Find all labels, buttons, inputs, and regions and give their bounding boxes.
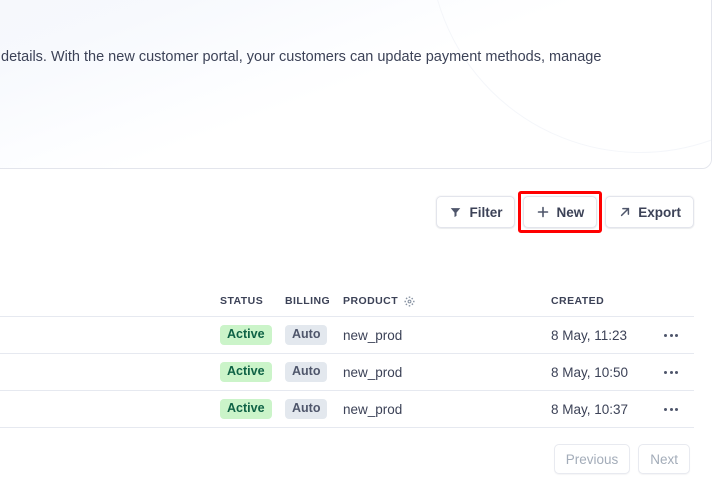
cell-created: 8 May, 11:23 <box>551 327 628 343</box>
overflow-menu-icon[interactable] <box>664 370 678 374</box>
new-button[interactable]: New <box>523 196 598 228</box>
status-badge: Active <box>220 325 272 345</box>
billing-badge: Auto <box>285 362 328 382</box>
new-button-highlight: New <box>518 191 602 233</box>
new-button-label: New <box>556 204 585 220</box>
cell-created: 8 May, 10:37 <box>551 401 629 417</box>
cell-product: new_prod <box>343 327 403 343</box>
gear-icon[interactable] <box>404 295 415 307</box>
export-button[interactable]: Export <box>605 196 694 228</box>
column-header-created[interactable]: CREATED <box>551 295 641 307</box>
status-badge: Active <box>220 362 272 382</box>
cell-created: 8 May, 10:50 <box>551 364 629 380</box>
cell-billing: Auto <box>285 325 343 345</box>
cell-billing: Auto <box>285 362 343 382</box>
previous-page-button[interactable]: Previous <box>553 444 631 474</box>
table-row[interactable]: Active Auto new_prod 8 May, 10:37 <box>0 390 694 428</box>
promo-description-text: details. With the new customer portal, y… <box>1 49 602 65</box>
cell-actions <box>641 407 694 411</box>
column-header-status[interactable]: STATUS <box>220 295 285 307</box>
records-table: STATUS BILLING PRODUCT CREATED Active Au… <box>0 286 694 428</box>
cell-actions <box>641 333 694 337</box>
table-row[interactable]: Active Auto new_prod 8 May, 10:50 <box>0 353 694 390</box>
cell-status: Active <box>220 399 285 419</box>
cell-product: new_prod <box>343 364 403 380</box>
status-badge: Active <box>220 399 272 419</box>
filter-funnel-icon <box>449 206 462 219</box>
filter-button-label: Filter <box>469 204 503 220</box>
cell-product: new_prod <box>343 401 403 417</box>
cell-actions <box>641 370 694 374</box>
column-header-product-label: PRODUCT <box>343 295 399 307</box>
filter-button[interactable]: Filter <box>436 196 516 228</box>
table-row[interactable]: Active Auto new_prod 8 May, 11:23 <box>0 316 694 353</box>
billing-badge: Auto <box>285 325 328 345</box>
cell-status: Active <box>220 362 285 382</box>
overflow-menu-icon[interactable] <box>664 407 678 411</box>
pagination-controls: Previous Next <box>0 444 690 474</box>
banner-arc-decoration <box>429 0 711 153</box>
table-toolbar: Filter New Export <box>0 191 694 233</box>
overflow-menu-icon[interactable] <box>664 333 678 337</box>
cell-status: Active <box>220 325 285 345</box>
column-header-product[interactable]: PRODUCT <box>343 295 551 307</box>
billing-badge: Auto <box>285 399 328 419</box>
next-page-button[interactable]: Next <box>638 444 690 474</box>
column-header-billing[interactable]: BILLING <box>285 295 343 307</box>
export-button-label: Export <box>638 204 681 220</box>
page-root: details. With the new customer portal, y… <box>0 0 726 500</box>
arrow-up-right-icon <box>618 206 631 219</box>
cell-billing: Auto <box>285 399 343 419</box>
table-header-row: STATUS BILLING PRODUCT CREATED <box>0 286 694 316</box>
banner-gradient-decoration <box>0 0 711 168</box>
plus-icon <box>536 206 549 219</box>
promo-banner-card: details. With the new customer portal, y… <box>0 0 712 169</box>
